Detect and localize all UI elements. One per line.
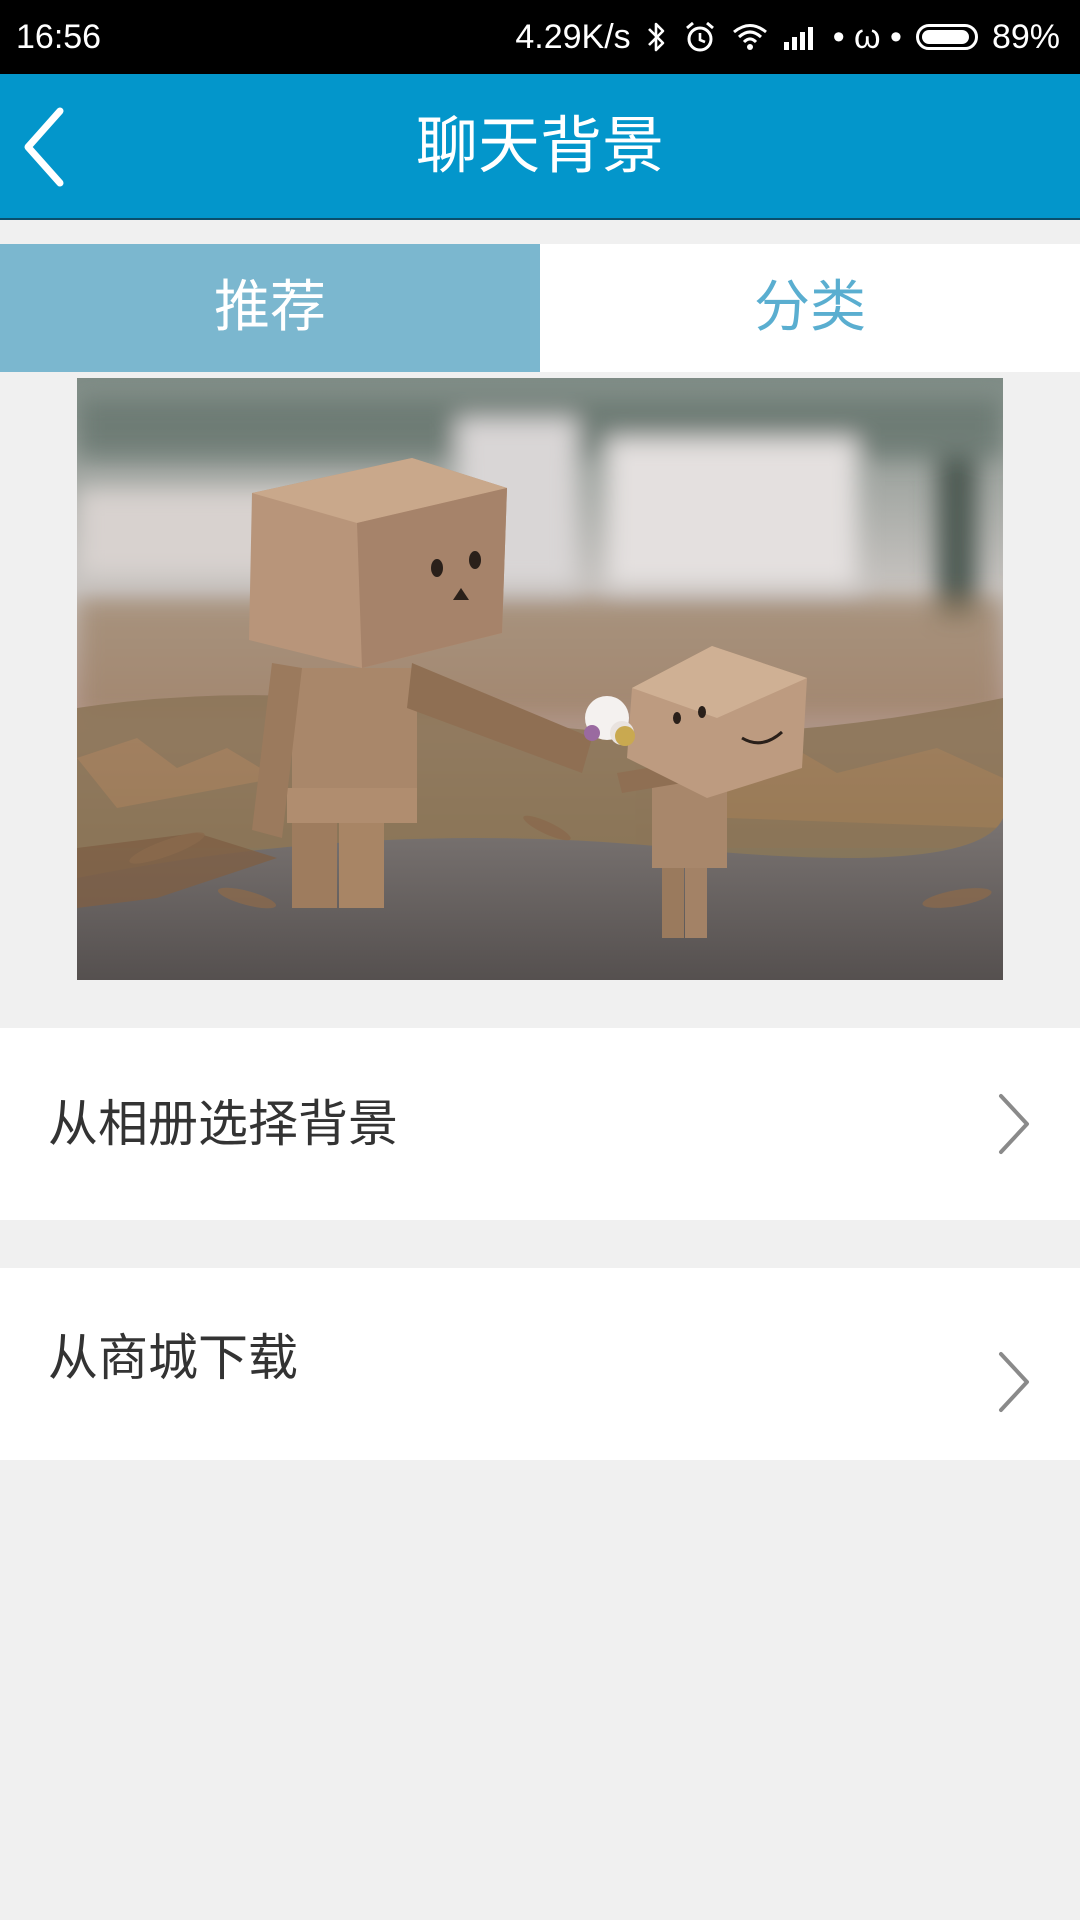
page-title: 聊天背景 — [415, 109, 664, 182]
background-preview-image[interactable] — [77, 378, 1003, 980]
status-icons: 4.29K/s • ω • 89% — [515, 14, 1060, 60]
select-from-album-row[interactable]: 从相册选择背景 — [0, 1028, 1080, 1220]
download-from-store-label: 从商城下载 — [48, 1329, 298, 1387]
status-bar: 16:56 4.29K/s • ω • 89% — [0, 0, 1080, 74]
tab-bar: 推荐 分类 — [0, 244, 1080, 372]
net-speed: 4.29K/s — [515, 17, 631, 56]
tab-recommend[interactable]: 推荐 — [0, 244, 540, 372]
wifi-icon — [731, 22, 769, 52]
battery-percent: 89% — [991, 17, 1060, 56]
app-header: 聊天背景 — [0, 74, 1080, 220]
tab-category[interactable]: 分类 — [540, 244, 1080, 372]
alarm-icon — [683, 20, 717, 54]
select-from-album-label: 从相册选择背景 — [48, 1095, 398, 1153]
bluetooth-icon — [645, 20, 669, 54]
chevron-right-icon — [999, 1352, 1029, 1412]
chat-background-screen: 16:56 4.29K/s • ω • 89% 聊天背景 推荐 分类 从相册选择… — [0, 0, 1080, 1920]
omega-indicator: • ω • — [832, 17, 902, 56]
battery-icon — [915, 24, 978, 50]
status-time: 16:56 — [16, 18, 102, 56]
chevron-right-icon — [999, 1094, 1029, 1154]
signal-icon — [783, 24, 819, 50]
danbo-photo — [77, 378, 1003, 980]
download-from-store-row[interactable]: 从商城下载 — [0, 1268, 1080, 1460]
